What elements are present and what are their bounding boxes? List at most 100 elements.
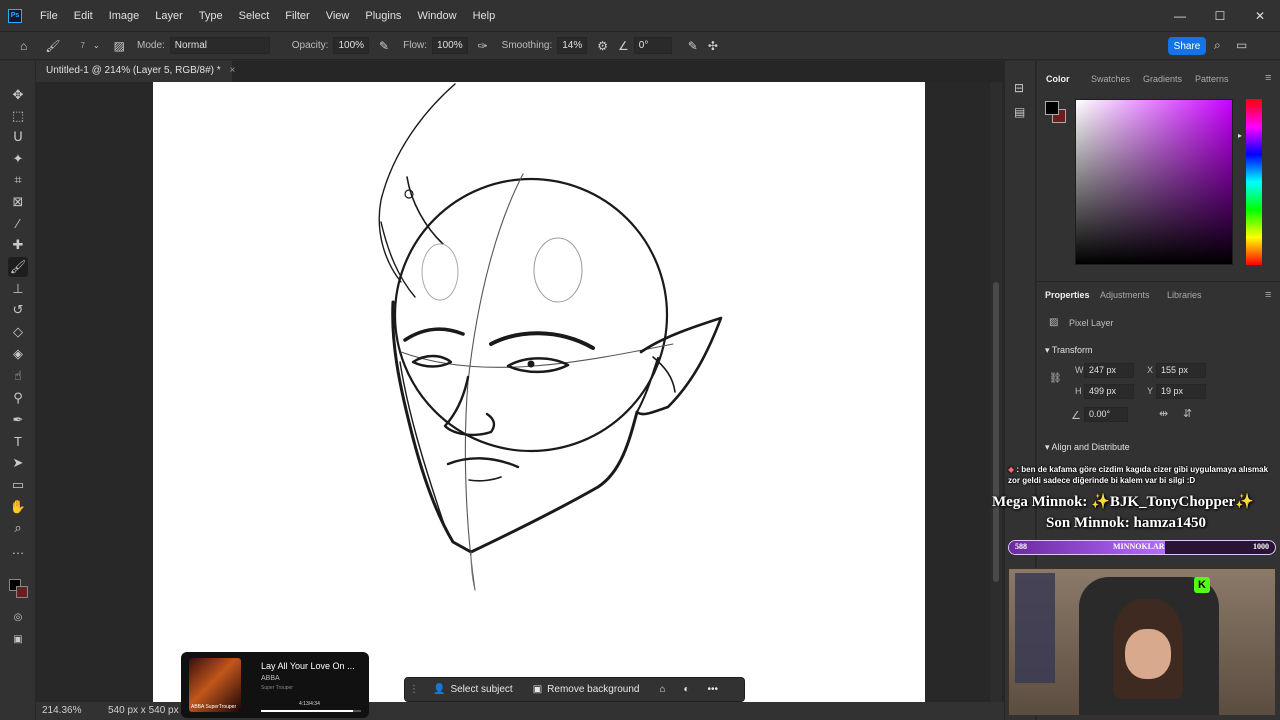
chevron-down-icon[interactable]: ⌄ <box>93 41 100 50</box>
align-section-header[interactable]: ▾ Align and Distribute <box>1045 442 1130 453</box>
history-brush-icon[interactable]: ↺ <box>8 300 28 320</box>
maximize-button[interactable]: ☐ <box>1200 0 1240 31</box>
close-tab-icon[interactable]: × <box>229 65 235 76</box>
transform-section-header[interactable]: ▾ Transform <box>1045 345 1093 356</box>
angle-field[interactable]: 0.00° <box>1084 407 1128 422</box>
marquee-tool-icon[interactable]: ⬚ <box>8 106 28 126</box>
more-tools-icon[interactable]: … <box>8 539 28 559</box>
menu-layer[interactable]: Layer <box>147 10 191 22</box>
vertical-scrollbar[interactable] <box>990 82 1002 702</box>
tab-swatches[interactable]: Swatches <box>1091 74 1130 84</box>
angle-icon: ∠ <box>618 38 629 53</box>
x-field[interactable]: 155 px <box>1156 363 1206 378</box>
minimize-button[interactable]: — <box>1160 0 1200 31</box>
more-options-button[interactable]: ••• <box>708 684 719 695</box>
select-subject-button[interactable]: 👤 Select subject <box>425 680 521 699</box>
opacity-field[interactable]: 100% <box>333 37 370 54</box>
object-selection-icon[interactable]: ✦ <box>8 149 28 169</box>
menu-window[interactable]: Window <box>409 10 464 22</box>
pen-tool-icon[interactable]: ✒ <box>8 410 28 430</box>
close-window-button[interactable]: ✕ <box>1240 0 1280 31</box>
comments-icon[interactable]: ▤ <box>1014 105 1025 119</box>
color-picker-field[interactable] <box>1075 99 1233 265</box>
pressure-size-icon[interactable]: ✎ <box>688 39 698 53</box>
panel-menu-icon[interactable]: ≡ <box>1265 72 1271 84</box>
screen-mode-icon[interactable]: ▣ <box>8 629 28 649</box>
menu-plugins[interactable]: Plugins <box>357 10 409 22</box>
tab-properties[interactable]: Properties <box>1045 290 1090 300</box>
contextual-task-bar: ⋮ 👤 Select subject ▣ Remove background ⌂… <box>404 677 745 702</box>
hue-slider[interactable] <box>1246 99 1262 265</box>
eraser-icon[interactable]: ◇ <box>8 322 28 342</box>
brush-settings-icon[interactable]: ▨ <box>114 39 125 53</box>
type-tool-icon[interactable]: T <box>8 431 28 451</box>
transform-icon[interactable]: ⌂ <box>659 684 665 695</box>
search-icon[interactable]: ⌕ <box>1214 38 1221 53</box>
menu-type[interactable]: Type <box>191 10 231 22</box>
eyedropper-icon[interactable]: ⁄ <box>8 213 28 233</box>
pressure-opacity-icon[interactable]: ✎ <box>379 39 389 53</box>
share-button[interactable]: Share <box>1168 37 1206 55</box>
divider <box>1037 281 1280 282</box>
tab-libraries[interactable]: Libraries <box>1167 290 1202 300</box>
layer-kind: Pixel Layer <box>1069 318 1114 328</box>
y-field[interactable]: 19 px <box>1156 384 1206 399</box>
lasso-tool-icon[interactable]: ᑌ <box>8 127 28 147</box>
menu-view[interactable]: View <box>318 10 358 22</box>
smoothing-field[interactable]: 14% <box>557 37 588 54</box>
foreground-color-chip[interactable] <box>1045 101 1059 115</box>
mask-icon[interactable]: ◐ <box>684 684 690 695</box>
menu-select[interactable]: Select <box>231 10 278 22</box>
son-minnok-label: Son Minnok: hamza1450 <box>1046 515 1207 531</box>
hand-tool-icon[interactable]: ✋ <box>8 497 28 517</box>
link-icon[interactable]: ⛓ <box>1049 373 1062 384</box>
mode-label: Mode: <box>136 40 165 51</box>
path-selection-icon[interactable]: ➤ <box>8 453 28 473</box>
zoom-tool-icon[interactable]: ⌕ <box>8 518 28 538</box>
history-icon[interactable]: ⊟ <box>1014 81 1024 95</box>
brush-tool-icon[interactable]: 🖌 <box>45 39 60 53</box>
home-icon[interactable]: ⌂ <box>20 39 27 53</box>
menu-filter[interactable]: Filter <box>277 10 317 22</box>
smudge-icon[interactable]: ☝ <box>8 366 28 386</box>
paint-bucket-icon[interactable]: ◈ <box>8 344 28 364</box>
frame-tool-icon[interactable]: ⊠ <box>8 192 28 212</box>
hue-pointer-icon[interactable]: ▸ <box>1238 131 1242 140</box>
symmetry-icon[interactable]: ✣ <box>708 39 718 53</box>
document-tab[interactable]: Untitled-1 @ 214% (Layer 5, RGB/8#) * × <box>36 61 235 82</box>
workspace-icon[interactable]: ▭ <box>1236 38 1247 52</box>
tab-patterns[interactable]: Patterns <box>1195 74 1229 84</box>
crop-tool-icon[interactable]: ⌗ <box>8 170 28 190</box>
panel-menu-icon[interactable]: ≡ <box>1265 289 1271 301</box>
remove-background-button[interactable]: ▣ Remove background <box>525 680 648 699</box>
angle-field[interactable]: 0° <box>633 37 672 54</box>
move-tool-icon[interactable]: ✥ <box>8 85 28 105</box>
gear-icon[interactable]: ⚙ <box>597 39 608 53</box>
canvas[interactable] <box>153 82 925 702</box>
airbrush-icon[interactable]: ✑ <box>478 39 488 53</box>
flow-field[interactable]: 100% <box>432 37 468 54</box>
tab-gradients[interactable]: Gradients <box>1143 74 1182 84</box>
brush-size-preset[interactable]: 7 <box>80 41 84 50</box>
brush-tool-icon[interactable]: 🖌 <box>8 257 28 277</box>
mode-select[interactable]: Normal <box>169 37 270 54</box>
dodge-icon[interactable]: ⚲ <box>8 388 28 408</box>
width-field[interactable]: 247 px <box>1084 363 1134 378</box>
quick-mask-icon[interactable]: ◎ <box>8 607 28 627</box>
flip-horizontal-icon[interactable]: ⇹ <box>1159 407 1168 420</box>
scroll-thumb[interactable] <box>993 282 999 582</box>
menu-file[interactable]: File <box>32 10 66 22</box>
menu-help[interactable]: Help <box>465 10 504 22</box>
zoom-level[interactable]: 214.36% <box>42 705 81 716</box>
healing-brush-icon[interactable]: ✚ <box>8 235 28 255</box>
flip-vertical-icon[interactable]: ⇵ <box>1183 407 1192 420</box>
tab-adjustments[interactable]: Adjustments <box>1100 290 1150 300</box>
clone-stamp-icon[interactable]: ⊥ <box>8 279 28 299</box>
background-color-swatch[interactable] <box>16 586 28 598</box>
menu-image[interactable]: Image <box>101 10 148 22</box>
rectangle-tool-icon[interactable]: ▭ <box>8 475 28 495</box>
height-field[interactable]: 499 px <box>1084 384 1134 399</box>
menu-edit[interactable]: Edit <box>66 10 101 22</box>
drag-handle-icon[interactable]: ⋮ <box>409 684 419 695</box>
tab-color[interactable]: Color <box>1046 74 1070 84</box>
